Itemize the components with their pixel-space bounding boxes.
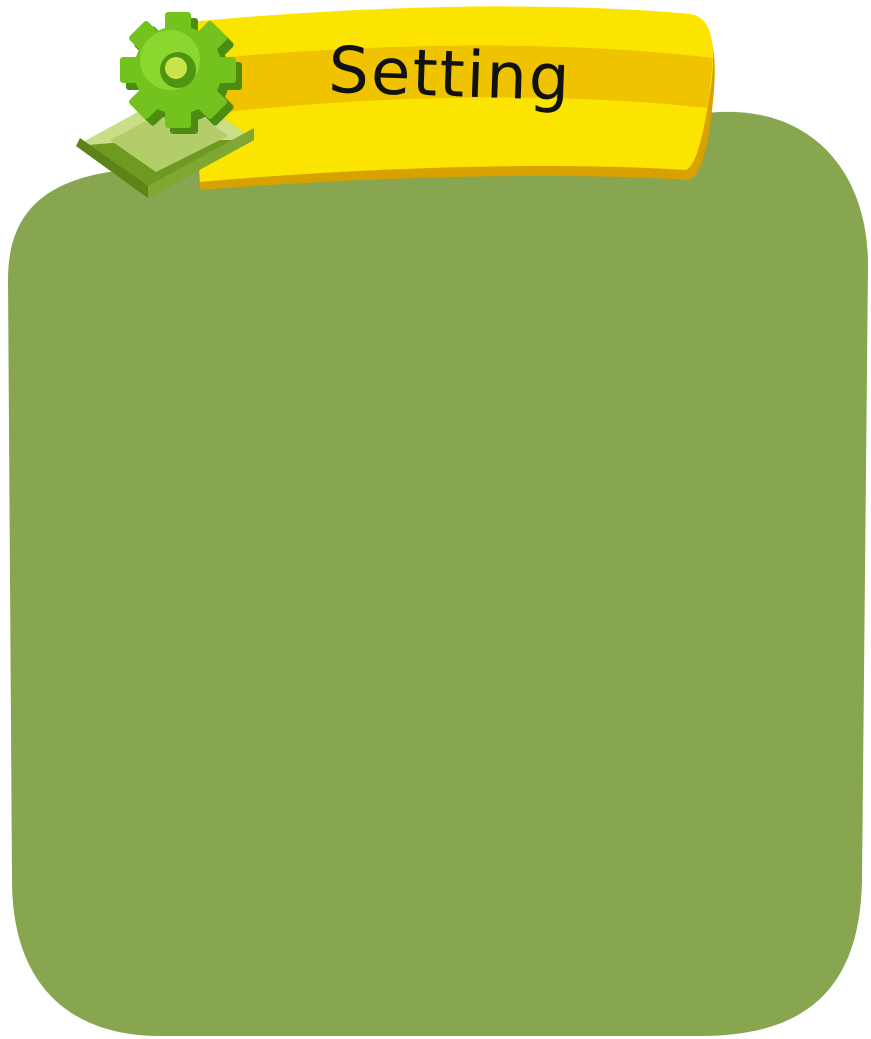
settings-screen: Setting: [0, 0, 871, 1039]
settings-panel-body: [8, 111, 868, 1036]
page-title: Setting: [327, 33, 573, 117]
gear-icon[interactable]: [70, 0, 270, 205]
